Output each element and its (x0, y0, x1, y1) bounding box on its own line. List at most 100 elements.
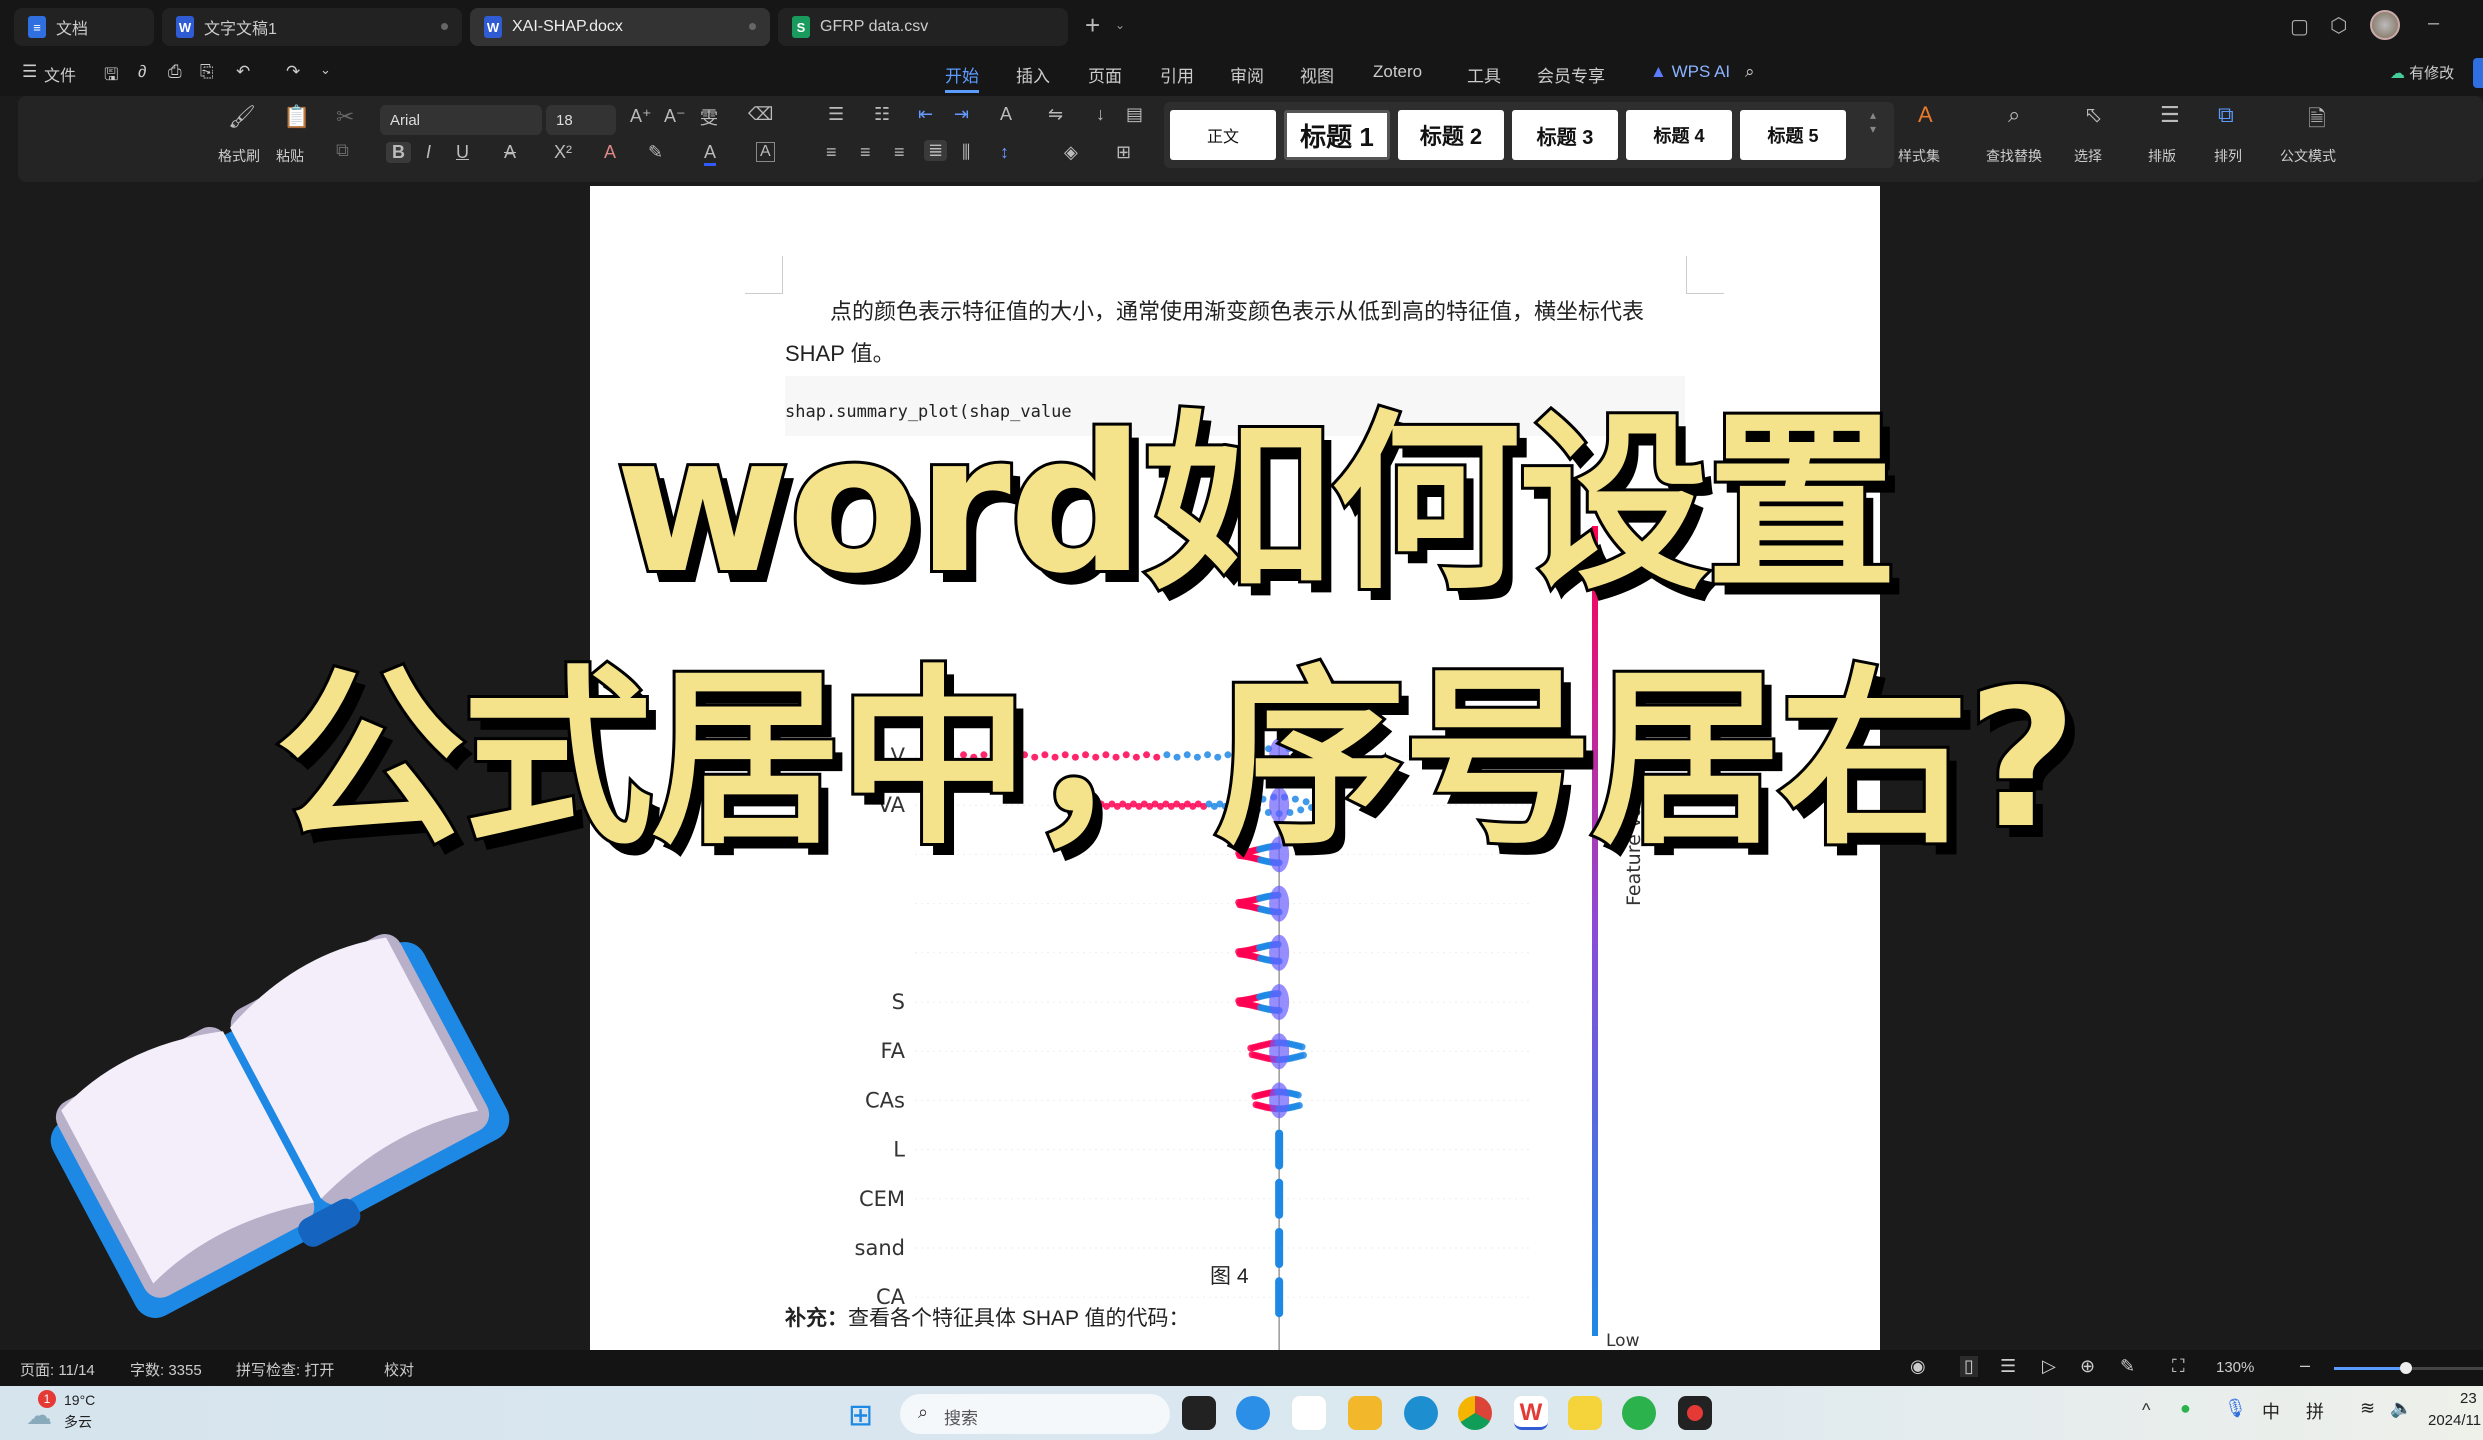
menu-membership[interactable]: 会员专享 (1537, 62, 1605, 87)
wechat-icon[interactable] (1622, 1396, 1656, 1430)
share-button[interactable] (2473, 58, 2483, 88)
sort-direction-icon[interactable]: ⇋ (1048, 104, 1063, 125)
clock-time[interactable]: 23 (2460, 1390, 2477, 1407)
menu-zotero[interactable]: Zotero (1373, 62, 1422, 82)
tab-document1[interactable]: W 文字文稿1 (162, 8, 462, 46)
windows-start-icon[interactable]: ⊞ (848, 1398, 873, 1433)
sort-icon[interactable]: ↓ (1096, 104, 1105, 125)
increase-indent-icon[interactable]: ⇥ (954, 104, 969, 125)
page-view-icon[interactable]: ▯ (1960, 1356, 1978, 1377)
clock-date[interactable]: 2024/11 (2428, 1412, 2481, 1429)
hamburger-icon[interactable]: ☰ (22, 62, 37, 82)
wifi-icon[interactable]: ≋ (2360, 1398, 2375, 1419)
tab-list-chevron-icon[interactable]: ⌄ (1115, 18, 1125, 32)
format-painter-icon[interactable]: 🖌 (228, 104, 256, 130)
paste-label[interactable]: 粘贴 (276, 146, 304, 166)
bullets-icon[interactable]: ☰ (828, 104, 844, 125)
more-chevron-icon[interactable]: ⌄ (320, 62, 331, 78)
italic-button[interactable]: I (426, 142, 431, 163)
zoom-out-button[interactable]: – (2300, 1355, 2310, 1376)
zoom-slider[interactable] (2334, 1362, 2483, 1374)
menu-insert[interactable]: 插入 (1016, 62, 1050, 87)
menu-view[interactable]: 视图 (1300, 62, 1334, 87)
volume-icon[interactable]: 🔈 (2390, 1398, 2412, 1419)
avatar[interactable] (2370, 10, 2400, 40)
task-view-icon[interactable] (1182, 1396, 1216, 1430)
official-mode-label[interactable]: 公文模式 (2280, 146, 2336, 166)
link-icon[interactable]: ∂ (138, 62, 146, 82)
copy-icon[interactable]: ⧉ (336, 140, 349, 161)
layout-label[interactable]: 排版 (2148, 146, 2176, 166)
search-icon[interactable]: ⌕ (1745, 62, 1755, 82)
clear-format-icon[interactable]: ⌫ (748, 104, 773, 125)
print-preview-icon[interactable]: ⎘ (200, 62, 214, 82)
layout-icon[interactable]: ☰ (2160, 102, 2180, 128)
save-icon[interactable]: 🖫 (104, 62, 118, 91)
zoom-slider-thumb[interactable] (2400, 1362, 2412, 1374)
char-spacing-icon[interactable]: A (1000, 104, 1012, 125)
baidu-netdisk-icon[interactable] (1292, 1396, 1326, 1430)
highlight-button[interactable]: ✎ (648, 142, 663, 163)
tab-xai-shap[interactable]: W XAI-SHAP.docx (470, 8, 770, 46)
recorder-icon[interactable] (1678, 1396, 1712, 1430)
align-left-button[interactable]: ≡ (826, 142, 837, 163)
menu-references[interactable]: 引用 (1160, 62, 1194, 87)
minimize-button[interactable]: – (2428, 12, 2439, 35)
menu-page[interactable]: 页面 (1088, 62, 1122, 87)
shrink-font-icon[interactable]: A⁻ (664, 106, 686, 127)
window-tile-icon[interactable]: ▢ (2290, 14, 2309, 39)
ime-pinyin[interactable]: 拼 (2306, 1398, 2324, 1424)
paste-icon[interactable]: 📋 (283, 104, 310, 130)
numbering-icon[interactable]: ☷ (874, 104, 890, 125)
justify-button[interactable]: ≣ (924, 140, 948, 161)
strikethrough-button[interactable]: A (504, 142, 516, 163)
pen-icon[interactable]: ✎ (2120, 1356, 2135, 1377)
line-spacing-button[interactable]: ↕ (1000, 142, 1009, 163)
show-marks-icon[interactable]: ▤ (1126, 104, 1143, 125)
style-heading-3[interactable]: 标题 3 (1512, 110, 1618, 160)
cut-icon[interactable]: ✂ (336, 104, 354, 130)
qq-icon[interactable] (1236, 1396, 1270, 1430)
menu-tools[interactable]: 工具 (1467, 62, 1501, 87)
official-doc-icon[interactable]: 🗎 (2308, 102, 2326, 140)
wps-ai-button[interactable]: ▲ WPS AI (1650, 62, 1730, 82)
text-effect-button[interactable]: A (604, 142, 616, 163)
decrease-indent-icon[interactable]: ⇤ (918, 104, 933, 125)
ime-chinese[interactable]: 中 (2262, 1398, 2280, 1424)
modified-status[interactable]: ☁ 有修改 (2390, 62, 2454, 83)
new-tab-button[interactable]: + (1085, 10, 1100, 41)
outline-view-icon[interactable]: ☰ (2000, 1356, 2016, 1377)
borders-button[interactable]: ⊞ (1116, 142, 1131, 163)
shading-button[interactable]: ◈ (1064, 142, 1078, 163)
style-heading-4[interactable]: 标题 4 (1626, 110, 1732, 160)
gallery-scroll-icon[interactable]: ▴ ▾ (1870, 108, 1876, 136)
style-set-label[interactable]: 样式集 (1898, 146, 1940, 166)
taskbar-search[interactable]: ⌕ 搜索 (900, 1394, 1170, 1434)
style-set-icon[interactable]: A (1918, 102, 1933, 128)
file-explorer-icon[interactable] (1348, 1396, 1382, 1430)
bold-button[interactable]: B (386, 142, 411, 163)
word-count[interactable]: 字数: 3355 (130, 1359, 202, 1380)
player-icon[interactable] (1568, 1396, 1602, 1430)
format-painter-label[interactable]: 格式刷 (218, 146, 260, 166)
find-replace-label[interactable]: 查找替换 (1986, 146, 2042, 166)
edge-icon[interactable] (1404, 1396, 1438, 1430)
font-size-select[interactable]: 18 (546, 105, 616, 135)
arrange-icon[interactable]: ⧉ (2218, 102, 2234, 128)
undo-icon[interactable]: ↶ (236, 62, 250, 82)
tray-expand-icon[interactable]: ^ (2142, 1400, 2150, 1421)
wechat-tray-icon[interactable]: ● (2180, 1398, 2191, 1419)
web-view-icon[interactable]: ⊕ (2080, 1356, 2095, 1377)
char-border-button[interactable]: A (756, 142, 775, 162)
style-heading-1[interactable]: 标题 1 (1284, 110, 1390, 160)
distribute-button[interactable]: ⫼ (962, 142, 970, 163)
menu-home[interactable]: 开始 (945, 62, 979, 93)
chrome-icon[interactable] (1458, 1396, 1492, 1430)
find-icon[interactable]: ⌕ (2008, 102, 2020, 128)
style-normal[interactable]: 正文 (1170, 110, 1276, 160)
align-center-button[interactable]: ≡ (860, 142, 871, 163)
style-heading-5[interactable]: 标题 5 (1740, 110, 1846, 160)
cube-icon[interactable]: ⬡ (2330, 13, 2347, 38)
zoom-level[interactable]: 130% (2216, 1359, 2254, 1376)
font-family-select[interactable]: Arial (380, 105, 542, 135)
